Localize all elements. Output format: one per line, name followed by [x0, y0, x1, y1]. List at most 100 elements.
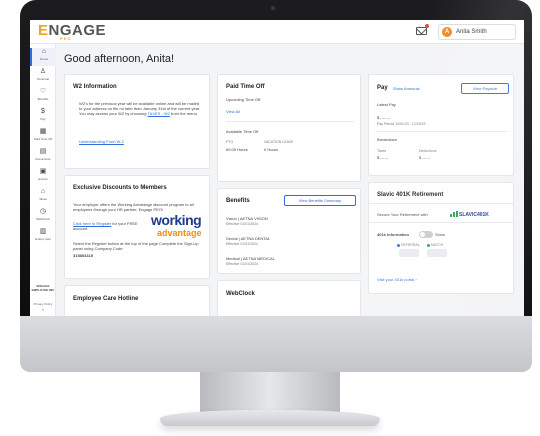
show-amounts-link[interactable]: Show Amounts: [393, 86, 420, 91]
view-all-link[interactable]: View All: [226, 109, 240, 114]
deferral-value-placeholder: [399, 249, 419, 257]
user-name: Anita Smith: [456, 29, 487, 35]
benefit-provider: AETNA DENTAL: [240, 236, 271, 241]
pay-card: Pay Show Amounts View Paystub Latest Pay…: [368, 74, 514, 176]
sidebar-item-label: Benefits: [37, 97, 49, 101]
pto-col1-value: 60.05 Hours: [226, 147, 248, 152]
document-icon: ▤: [39, 148, 47, 155]
benefits-card: Benefits View Benefits Summary Vision | …: [217, 188, 361, 274]
benefit-row-medical[interactable]: Medical | AETNA MEDICAL: [226, 256, 275, 261]
sidebar: ⌂ Home ♙ Personal ♡ Benefits $ Pay ▦ Pai…: [30, 44, 56, 316]
benefit-provider: AETNA VISION: [239, 216, 268, 221]
sidebar-item-label: Home: [39, 57, 48, 61]
sidebar-item-paid-time-off[interactable]: ▦ Paid Time Off: [30, 128, 56, 146]
privacy-policy-link[interactable]: Privacy Policy: [30, 302, 56, 306]
sidebar-item-events[interactable]: ▣ Events: [30, 168, 56, 186]
toggle-show-label: Show: [435, 232, 446, 237]
show-amounts-toggle[interactable]: [419, 231, 433, 238]
monitor-chin: [20, 316, 532, 372]
upcoming-time-off-label: Upcoming Time Off: [226, 97, 261, 102]
taxes-w2-link[interactable]: TAXES - W2: [148, 111, 170, 116]
user-menu[interactable]: A Anita Smith: [438, 24, 516, 40]
sidebar-item-benefits[interactable]: ♡ Benefits: [30, 88, 56, 106]
sidebar-item-documents[interactable]: ▤ Documents: [30, 148, 56, 166]
match-dot-icon: [427, 243, 430, 247]
clock-icon: ◷: [39, 208, 47, 215]
latest-pay-label: Latest Pay: [377, 102, 396, 107]
top-bar: ENGAGE PEO A Anita Smith: [30, 20, 524, 44]
copyright: ©: [41, 308, 45, 312]
dollar-icon: $: [41, 108, 45, 115]
discounts-title: Exclusive Discounts to Members: [73, 185, 167, 191]
w2-from-menu: from the menu.: [171, 111, 198, 116]
benefits-icon: ♡: [39, 88, 47, 95]
sidebar-item-label: Paid Time Off: [33, 137, 53, 141]
sidebar-item-webclock[interactable]: ◷ WebClock: [30, 208, 56, 226]
pay-period: Pay Period 12/01/23 - 12/15/23: [377, 122, 426, 126]
pto-card: Paid Time Off Upcoming Time Off View All…: [217, 74, 361, 182]
benefit-row-vision[interactable]: Vision | AETNA VISION: [226, 216, 268, 221]
logo-rest: NGAGE: [48, 22, 107, 39]
pto-col2-label: VACATION LEAVE: [264, 140, 294, 144]
401k-info-label: 401k Information: [377, 232, 410, 237]
sidebar-item-lists[interactable]: ▥ E-Rep Lists: [30, 228, 56, 246]
camera-icon: [271, 6, 275, 10]
sidebar-item-taxes[interactable]: ⌂ Taxes: [30, 188, 56, 206]
sidebar-item-label: Events: [38, 177, 48, 181]
401k-portal-link[interactable]: Visit your 401k portal ›: [377, 277, 417, 282]
hotline-title: Employee Care Hotline: [73, 296, 139, 302]
pto-col1-label: PTO: [226, 140, 234, 144]
benefit-effective: Effective 01/01/2024: [226, 242, 258, 246]
register-text: Click here to Register for your FREE acc…: [73, 221, 139, 231]
breakdown-label: Breakdown: [377, 137, 398, 142]
deductions-label: Deductions: [419, 149, 437, 153]
sidebar-item-label: Taxes: [39, 197, 47, 201]
taxes-label: Taxes: [377, 149, 387, 153]
monitor-stand-neck: [200, 372, 340, 412]
webclock-title: WebClock: [226, 291, 255, 297]
sidebar-item-home[interactable]: ⌂ Home: [30, 48, 56, 66]
available-time-off-label: Available Time Off: [226, 129, 259, 134]
avatar: A: [442, 27, 452, 37]
mail-icon[interactable]: [416, 27, 427, 35]
benefit-type: Vision: [226, 216, 237, 221]
benefit-row-dental[interactable]: Dental | AETNA DENTAL: [226, 236, 270, 241]
discounts-body: Your employer offers the Working Advanta…: [73, 202, 194, 212]
view-paystub-button[interactable]: View Paystub: [461, 83, 509, 94]
pay-title: Pay: [377, 85, 388, 91]
pay-divider: [377, 131, 507, 132]
sidebar-item-label: WebClock: [36, 217, 50, 221]
sidebar-item-pay[interactable]: $ Pay: [30, 108, 56, 126]
notification-dot: [425, 24, 429, 28]
discounts-instructions: Select the Register button at the top of…: [73, 241, 199, 251]
w2-card: W2 Information W2's for the previous yea…: [64, 74, 210, 169]
engage-logo[interactable]: ENGAGE PEO: [38, 22, 107, 41]
retirement-divider: [369, 203, 513, 204]
pto-col2-value: 0 Hours: [264, 147, 279, 152]
benefit-type: Dental: [226, 236, 238, 241]
events-icon: ▣: [39, 168, 47, 175]
understanding-w2-link[interactable]: Understanding Form W-2: [79, 139, 124, 144]
bank-icon: ⌂: [40, 188, 46, 195]
sidebar-brand: ENGAGE EMPLOYEE INC: [31, 284, 55, 292]
working-advantage-logo-bottom: advantage: [157, 228, 202, 238]
calendar-icon: ▦: [39, 128, 47, 135]
w2-body: W2's for the previous year will be avail…: [79, 101, 203, 116]
slavic-logo-icon: [450, 211, 458, 217]
w2-title: W2 Information: [73, 84, 117, 90]
deferral-legend: DEFERRAL: [397, 243, 420, 248]
deductions-value: $ ---.--: [419, 155, 431, 160]
latest-pay-amount: $ -.---.--: [377, 115, 391, 120]
benefit-type: Medical: [226, 256, 240, 261]
taxes-value: $ ---.--: [377, 155, 389, 160]
benefit-effective: Effective 01/01/2024: [226, 262, 258, 266]
discounts-card: Exclusive Discounts to Members Your empl…: [64, 175, 210, 279]
hotline-card: Employee Care Hotline: [64, 285, 210, 316]
benefit-effective: Effective 01/01/2024: [226, 222, 258, 226]
match-label: MATCH: [431, 243, 444, 247]
sidebar-item-label: Pay: [40, 117, 46, 121]
sidebar-item-personal[interactable]: ♙ Personal: [30, 68, 56, 86]
monitor-stand-foot: [160, 410, 380, 426]
slavic-brand: SLAVIC401K: [459, 212, 489, 218]
view-benefits-summary-button[interactable]: View Benefits Summary: [284, 195, 356, 206]
